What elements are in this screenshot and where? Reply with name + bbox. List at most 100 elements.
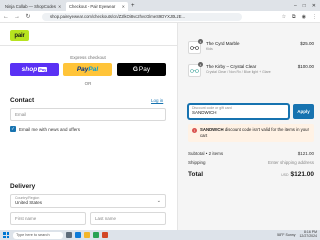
forward-icon[interactable]: → xyxy=(14,14,20,20)
divider xyxy=(0,45,177,46)
discount-error: ! SANDWICH discount code isn't valid for… xyxy=(188,124,314,142)
system-tray: 58°F Sunny 8:16 PM 12/27/2024 xyxy=(277,230,320,239)
total-amount: USD $121.00 xyxy=(281,171,314,178)
shop-pay-button[interactable]: shop Pay xyxy=(10,63,59,76)
url-text: shop.paireyewear.com/checkouts/cn/Z2lkOi… xyxy=(50,14,185,19)
discount-input[interactable]: Discount code or gift card SANDWICH xyxy=(188,104,289,119)
address-bar[interactable]: shop.paireyewear.com/checkouts/cn/Z2lkOi… xyxy=(42,12,242,21)
chrome-icon[interactable] xyxy=(93,232,99,238)
email-field[interactable]: Email xyxy=(10,108,166,121)
news-checkbox-label: Email me with news and offers xyxy=(19,126,80,132)
discount-row: Discount code or gift card SANDWICH Appl… xyxy=(188,104,314,119)
glasses-icon xyxy=(190,69,199,73)
paypal-pal: Pal xyxy=(88,66,99,73)
star-icon[interactable]: ☆ xyxy=(282,14,286,20)
total-label: Total xyxy=(188,171,204,178)
news-checkbox[interactable]: ✓ xyxy=(10,126,16,132)
shipping-value: Enter shipping address xyxy=(267,160,314,165)
item-price: $100.00 xyxy=(297,64,314,69)
last-name-field[interactable]: Last name xyxy=(90,212,166,225)
close-tab-icon[interactable]: ✕ xyxy=(58,4,61,9)
delivery-heading: Delivery xyxy=(10,183,36,190)
shipping-row: Shipping Enter shipping address xyxy=(188,160,314,165)
country-value: United States xyxy=(15,200,43,205)
order-summary: 1 The Cyrd Marble Kids $25.00 1 The Kirb… xyxy=(177,23,320,230)
window-controls: – □ ✕ xyxy=(294,0,320,11)
product-thumbnail: 1 xyxy=(188,39,203,54)
item-variant: Crystal Clear / Non Rx / Blue light + Gl… xyxy=(206,70,271,74)
profile-icon[interactable]: ◉ xyxy=(302,14,306,20)
express-checkout-label: Express checkout xyxy=(70,55,106,60)
extensions-icon[interactable]: ⧉ xyxy=(292,14,296,20)
google-g-icon: G xyxy=(132,66,138,73)
item-info: The Cyrd Marble Kids xyxy=(206,41,295,54)
tab-title: Checkout - Pair Eyewear xyxy=(69,4,116,9)
country-select[interactable]: Country/Region United States ⌄ xyxy=(10,194,166,208)
item-info: The Kirby – Crystal Clear Crystal Clear … xyxy=(206,64,293,77)
checkout-form: pair Express checkout shop Pay Pay Pal G … xyxy=(0,23,177,230)
news-checkbox-row[interactable]: ✓ Email me with news and offers xyxy=(10,126,80,132)
product-thumbnail: 1 xyxy=(188,62,203,77)
quantity-badge: 1 xyxy=(198,62,203,67)
browser-tab[interactable]: Ninja Collab — ShopCodes ✕ xyxy=(2,2,64,11)
taskbar-search-placeholder: Type here to search xyxy=(16,233,50,237)
clock-date: 12/27/2024 xyxy=(299,234,317,238)
browser-tab-bar: Ninja Collab — ShopCodes ✕ Checkout - Pa… xyxy=(0,0,320,11)
currency-code: USD xyxy=(281,173,289,177)
last-name-placeholder: Last name xyxy=(95,216,117,221)
shipping-label: Shipping xyxy=(188,160,206,165)
menu-icon[interactable]: ⋮ xyxy=(312,14,317,20)
paypal-pay: Pay xyxy=(76,66,89,73)
gpay-text: Pay xyxy=(138,66,151,73)
contact-heading: Contact xyxy=(10,97,35,104)
chevron-down-icon: ⌄ xyxy=(156,198,161,204)
google-pay-button[interactable]: G Pay xyxy=(117,63,166,76)
total-value: $121.00 xyxy=(290,171,315,178)
taskbar: Type here to search 58°F Sunny 8:16 PM 1… xyxy=(0,230,320,240)
item-name: The Cyrd Marble xyxy=(206,41,240,46)
subtotal-label: Subtotal • 2 items xyxy=(188,151,224,156)
item-name: The Kirby – Crystal Clear xyxy=(206,64,257,69)
or-divider: OR xyxy=(84,81,92,86)
task-view-icon[interactable] xyxy=(66,232,72,238)
back-icon[interactable]: ← xyxy=(3,14,9,20)
new-tab-button[interactable]: + xyxy=(131,2,135,11)
minimize-icon[interactable]: – xyxy=(294,3,297,9)
close-tab-icon[interactable]: ✕ xyxy=(122,4,125,9)
app-icon[interactable] xyxy=(102,232,108,238)
email-placeholder: Email xyxy=(15,112,27,117)
edge-icon[interactable] xyxy=(75,232,81,238)
warning-icon: ! xyxy=(192,128,197,133)
taskbar-search[interactable]: Type here to search xyxy=(13,231,63,239)
glasses-icon xyxy=(190,46,199,50)
shop-pay-badge: Pay xyxy=(38,67,48,72)
store-logo[interactable]: pair xyxy=(10,30,29,41)
toolbar-actions: ☆ ⧉ ◉ ⋮ xyxy=(282,14,317,20)
shop-pay-text: shop xyxy=(21,66,38,73)
maximize-icon[interactable]: □ xyxy=(303,3,306,9)
reload-icon[interactable]: ↻ xyxy=(25,13,31,20)
browser-toolbar: ← → ↻ shop.paireyewear.com/checkouts/cn/… xyxy=(0,11,320,23)
apply-button[interactable]: Apply xyxy=(293,104,314,119)
total-row: Total USD $121.00 xyxy=(188,171,314,178)
discount-value: SANDWICH xyxy=(192,110,217,115)
subtotal-value: $121.00 xyxy=(297,151,314,156)
item-price: $25.00 xyxy=(300,41,314,46)
weather-widget[interactable]: 58°F Sunny xyxy=(277,233,295,237)
windows-start-icon[interactable] xyxy=(2,231,10,239)
browser-tab-active[interactable]: Checkout - Pair Eyewear ✕ xyxy=(66,2,128,11)
subtotal-row: Subtotal • 2 items $121.00 xyxy=(188,151,314,156)
file-explorer-icon[interactable] xyxy=(84,232,90,238)
error-code: SANDWICH xyxy=(200,127,224,132)
error-text: SANDWICH discount code isn't valid for t… xyxy=(200,127,310,139)
item-variant: Kids xyxy=(206,47,213,51)
clock[interactable]: 8:16 PM 12/27/2024 xyxy=(299,230,317,239)
first-name-placeholder: First name xyxy=(15,216,37,221)
login-link[interactable]: Log in xyxy=(151,98,163,103)
checkout-page: pair Express checkout shop Pay Pay Pal G … xyxy=(0,23,320,230)
cart-item: 1 The Cyrd Marble Kids $25.00 xyxy=(188,39,314,54)
first-name-field[interactable]: First name xyxy=(10,212,86,225)
paypal-button[interactable]: Pay Pal xyxy=(63,63,112,76)
cart-item: 1 The Kirby – Crystal Clear Crystal Clea… xyxy=(188,62,314,77)
close-window-icon[interactable]: ✕ xyxy=(312,3,316,9)
